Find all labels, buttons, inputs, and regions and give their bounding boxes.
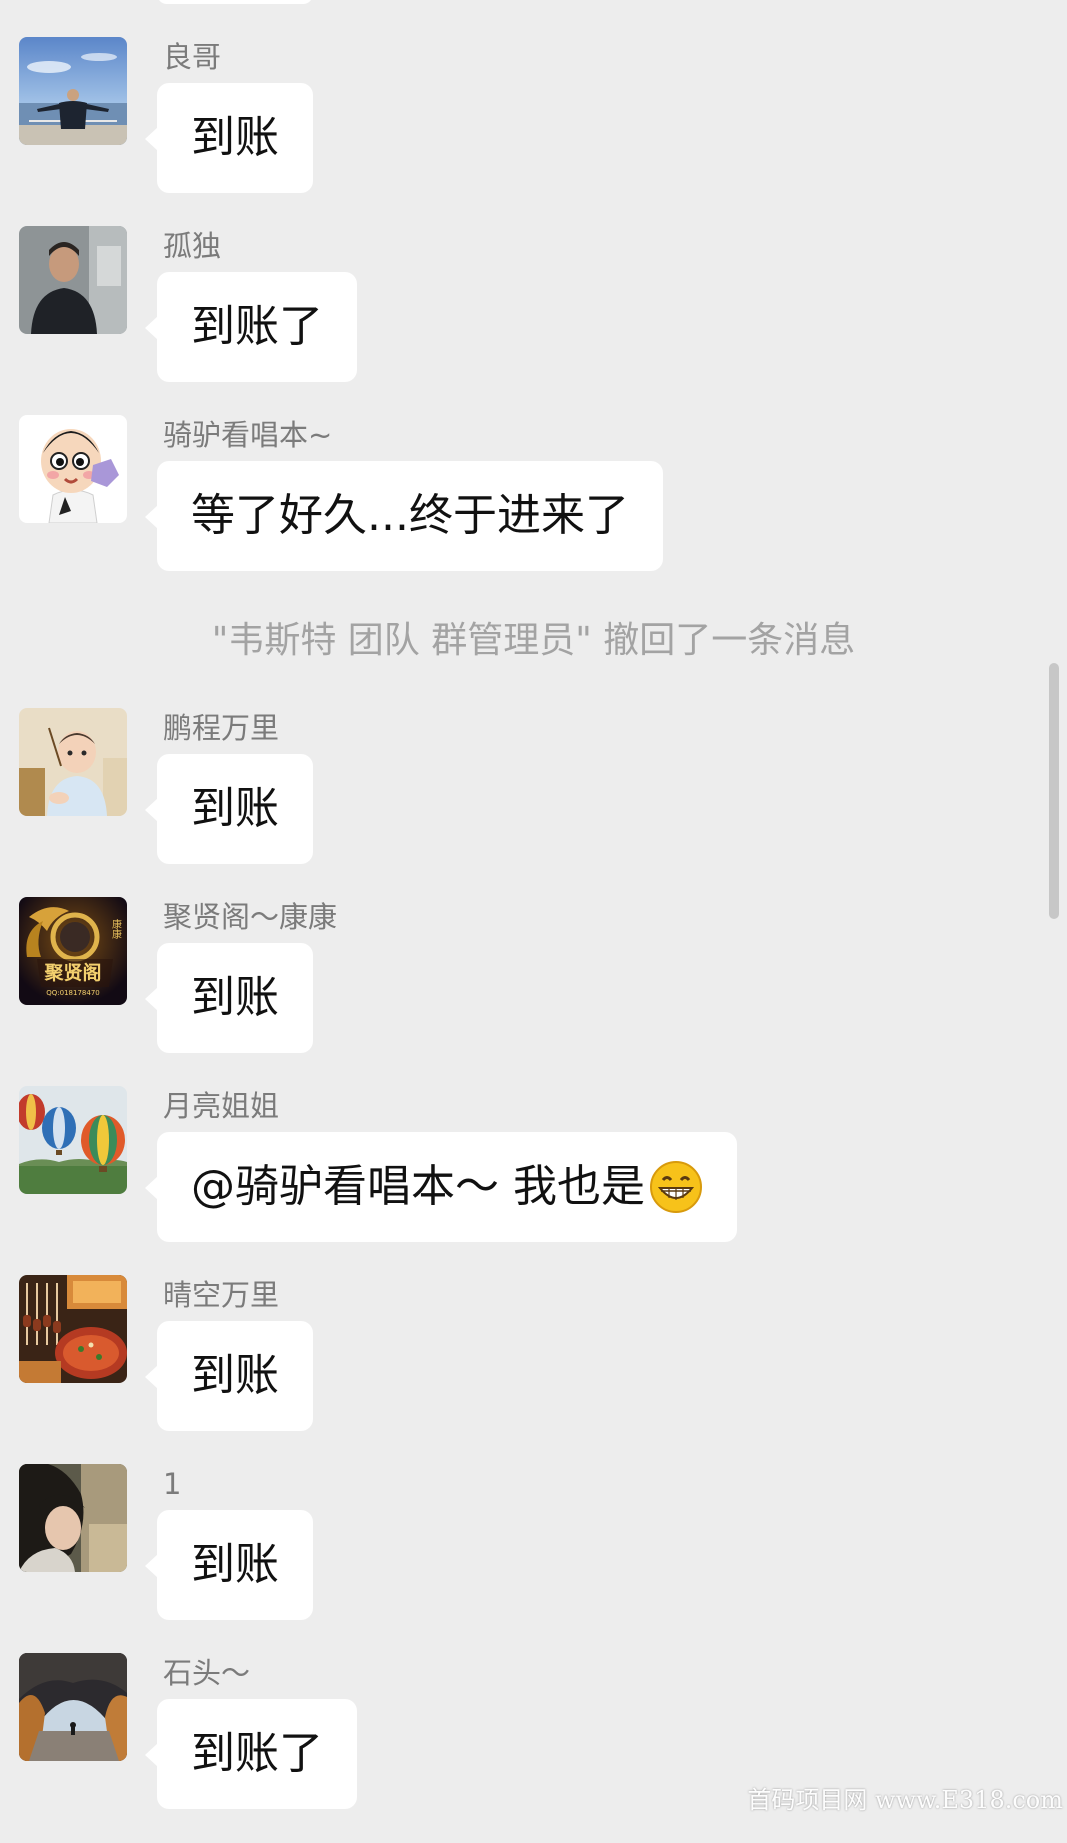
chat-message: 1 到账 xyxy=(0,1464,1067,1654)
sender-name[interactable]: 鹏程万里 xyxy=(163,710,279,746)
avatar[interactable] xyxy=(19,415,127,523)
man-sea-photo-icon xyxy=(19,37,127,145)
avatar[interactable]: 聚贤阁 QQ:018178470 康康 xyxy=(19,897,127,1005)
message-bubble[interactable]: 到账 xyxy=(145,83,313,193)
sender-name[interactable]: 石头～ xyxy=(163,1655,250,1691)
chat-message: 孤独 到账了 xyxy=(0,226,1067,416)
avatar[interactable] xyxy=(19,708,127,816)
message-text: @骑驴看唱本～ 我也是 xyxy=(191,1161,645,1212)
svg-text:聚贤阁: 聚贤阁 xyxy=(43,961,101,984)
chat-message: 骑驴看唱本~ 等了好久...终于进来了 xyxy=(0,415,1067,605)
message-bubble[interactable]: 到账 xyxy=(145,1321,313,1431)
site-watermark: 首码项目网 www.E318.com xyxy=(747,1786,1063,1814)
avatar[interactable] xyxy=(19,1086,127,1194)
message-bubble[interactable]: 到账 xyxy=(145,754,313,864)
sender-name[interactable]: 骑驴看唱本~ xyxy=(163,417,332,453)
message-text: 到账 xyxy=(191,112,279,163)
svg-text:康康: 康康 xyxy=(110,918,122,939)
golden-dragon-logo-icon: 聚贤阁 QQ:018178470 康康 xyxy=(19,897,127,1005)
sender-name[interactable]: 聚贤阁～康康 xyxy=(163,899,337,935)
message-text: 等了好久...终于进来了 xyxy=(191,490,629,541)
rock-arch-photo-icon xyxy=(19,1653,127,1761)
message-text: 到账 xyxy=(191,783,279,834)
message-bubble[interactable]: 到账了 xyxy=(145,1699,357,1809)
message-text: 到账 xyxy=(191,1350,279,1401)
chat-message: 月亮姐姐 @骑驴看唱本～ 我也是 xyxy=(0,1086,1067,1276)
recall-notice: "韦斯特 团队 群管理员" 撤回了一条消息 xyxy=(211,620,856,661)
baby-photo-icon xyxy=(19,708,127,816)
message-text: 到账了 xyxy=(191,301,323,352)
avatar[interactable] xyxy=(19,37,127,145)
message-text: 到账 xyxy=(191,1539,279,1590)
chat-message-list[interactable]: 良哥 到账 孤独 到账了 骑驴看唱本~ 等了好久...终于进来了 "韦斯特 团队… xyxy=(0,0,1067,1817)
man-portrait-photo-icon xyxy=(19,226,127,334)
food-skewers-photo-icon xyxy=(19,1275,127,1383)
avatar[interactable] xyxy=(19,1275,127,1383)
sender-name[interactable]: 孤独 xyxy=(163,228,221,264)
message-bubble[interactable]: 到账了 xyxy=(145,272,357,382)
chat-message: 聚贤阁 QQ:018178470 康康 聚贤阁～康康 到账 xyxy=(0,897,1067,1087)
chat-message: 鹏程万里 到账 xyxy=(0,708,1067,898)
chat-message: 良哥 到账 xyxy=(0,37,1067,227)
message-bubble[interactable]: 等了好久...终于进来了 xyxy=(145,461,663,571)
message-bubble[interactable]: 到账 xyxy=(145,1510,313,1620)
cartoon-boy-icon xyxy=(19,415,127,523)
previous-message-bubble[interactable] xyxy=(157,0,313,4)
hot-air-balloons-icon xyxy=(19,1086,127,1194)
avatar[interactable] xyxy=(19,226,127,334)
chat-message: 晴空万里 到账 xyxy=(0,1275,1067,1465)
message-text: 到账了 xyxy=(191,1728,323,1779)
grinning-face-emoji-icon xyxy=(650,1161,702,1213)
avatar[interactable] xyxy=(19,1464,127,1572)
message-text: 到账 xyxy=(191,972,279,1023)
scrollbar-thumb[interactable] xyxy=(1049,663,1059,919)
message-bubble[interactable]: @骑驴看唱本～ 我也是 xyxy=(145,1132,737,1242)
sender-name[interactable]: 良哥 xyxy=(163,39,221,75)
sender-name[interactable]: 晴空万里 xyxy=(163,1277,279,1313)
sender-name[interactable]: 月亮姐姐 xyxy=(163,1088,279,1124)
sender-name[interactable]: 1 xyxy=(163,1466,181,1502)
avatar[interactable] xyxy=(19,1653,127,1761)
message-bubble[interactable]: 到账 xyxy=(145,943,313,1053)
svg-text:QQ:018178470: QQ:018178470 xyxy=(46,989,99,997)
person-hair-photo-icon xyxy=(19,1464,127,1572)
